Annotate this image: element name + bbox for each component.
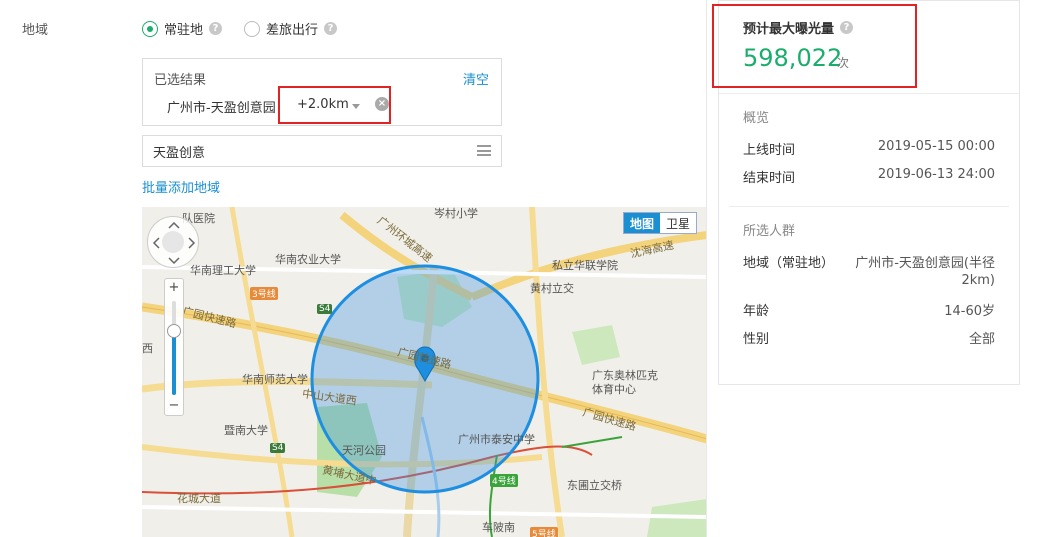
- divider: [719, 93, 1019, 94]
- panel-divider: [706, 0, 707, 537]
- pan-center[interactable]: [162, 231, 184, 253]
- age-label: 年龄: [743, 304, 770, 319]
- close-icon[interactable]: ×: [375, 97, 389, 111]
- radio-travel-dot[interactable]: [244, 20, 260, 37]
- start-time-value: 2019-05-15 00:00: [877, 139, 995, 154]
- start-time-label: 上线时间: [743, 143, 796, 158]
- help-icon[interactable]: ?: [209, 22, 223, 35]
- zoom-out-icon[interactable]: −: [165, 398, 183, 413]
- map-label: 暨南大学: [224, 424, 268, 437]
- map-label: 花城大道: [177, 492, 221, 505]
- overview-title: 概览: [743, 111, 770, 126]
- zoom-level-fill: [172, 331, 176, 395]
- map-zoom-control[interactable]: + −: [164, 278, 184, 416]
- map-label: 华南农业大学: [275, 253, 341, 266]
- map-label: 体育中心: [592, 383, 636, 396]
- map-label: 私立华联学院: [552, 259, 618, 272]
- help-icon[interactable]: ?: [324, 22, 338, 35]
- map-label: S4: [317, 304, 333, 314]
- map-label: 天河公园: [342, 444, 386, 457]
- area-value-line2: 2km): [961, 273, 995, 288]
- radio-resident[interactable]: 常驻地 ?: [142, 19, 223, 38]
- estimate-section: 预计最大曝光量 ? 598,022 次: [719, 1, 1019, 93]
- radio-resident-dot[interactable]: [142, 20, 158, 37]
- help-icon[interactable]: ?: [840, 21, 854, 34]
- gender-value: 全部: [968, 332, 995, 347]
- zoom-in-icon[interactable]: +: [165, 280, 183, 295]
- selected-results-box: 已选结果 清空 广州市-天盈创意园 +2.0km ×: [142, 58, 502, 126]
- divider: [729, 206, 1009, 207]
- end-time-value: 2019-06-13 24:00: [877, 167, 995, 182]
- summary-card: 预计最大曝光量 ? 598,022 次 概览 上线时间 2019-05-15 0…: [718, 0, 1020, 385]
- map-label: 岑村小学: [434, 207, 478, 220]
- location-search-input[interactable]: [142, 135, 502, 167]
- map-label: 西: [142, 342, 153, 355]
- region-label: 地域: [22, 23, 49, 38]
- map-label: 黄村立交: [530, 282, 574, 295]
- end-time-label: 结束时间: [743, 171, 796, 186]
- estimate-value: 598,022: [743, 44, 843, 72]
- map-label: 广州市泰安中学: [458, 433, 535, 446]
- gender-label: 性别: [743, 332, 770, 347]
- estimate-unit: 次: [837, 56, 850, 70]
- age-value: 14-60岁: [944, 304, 995, 319]
- radio-travel[interactable]: 差旅出行 ?: [244, 19, 338, 38]
- radio-resident-label: 常驻地: [164, 23, 204, 38]
- chevron-down-icon[interactable]: [352, 104, 360, 109]
- radio-travel-label: 差旅出行: [266, 23, 319, 38]
- map-pan-control[interactable]: [147, 216, 199, 268]
- estimate-title-text: 预计最大曝光量: [743, 22, 835, 37]
- zoom-slider-handle[interactable]: [167, 324, 181, 339]
- map-type-switch[interactable]: 地图 卫星: [623, 212, 698, 234]
- batch-add-region-link[interactable]: 批量添加地域: [142, 177, 220, 196]
- map-label: 3号线: [250, 287, 278, 300]
- map-label: 华南师范大学: [242, 373, 308, 386]
- audience-title: 所选人群: [743, 224, 796, 239]
- clear-link[interactable]: 清空: [463, 69, 489, 88]
- map-label: S4: [270, 443, 286, 453]
- map-label: 东圃立交桥: [567, 479, 622, 492]
- map-type-satellite[interactable]: 卫星: [660, 213, 696, 233]
- area-value-line1: 广州市-天盈创意园(半径: [855, 256, 995, 271]
- selected-location-tag: 广州市-天盈创意园: [167, 101, 276, 116]
- area-label: 地域（常驻地）: [743, 256, 835, 271]
- map-label: 4号线: [490, 474, 518, 487]
- map-label: 5号线: [530, 527, 558, 537]
- map-type-map[interactable]: 地图: [624, 213, 661, 233]
- radius-select[interactable]: +2.0km: [297, 97, 349, 112]
- list-menu-icon[interactable]: [477, 145, 491, 156]
- selected-results-title: 已选结果: [154, 73, 207, 88]
- map-label: 车陂南: [482, 521, 515, 534]
- estimate-title: 预计最大曝光量 ?: [743, 18, 854, 37]
- map-view[interactable]: 队医院 岑村小学 华南农业大学 华南理工大学 3号线 S4 广州环城高速 广园快…: [142, 207, 707, 537]
